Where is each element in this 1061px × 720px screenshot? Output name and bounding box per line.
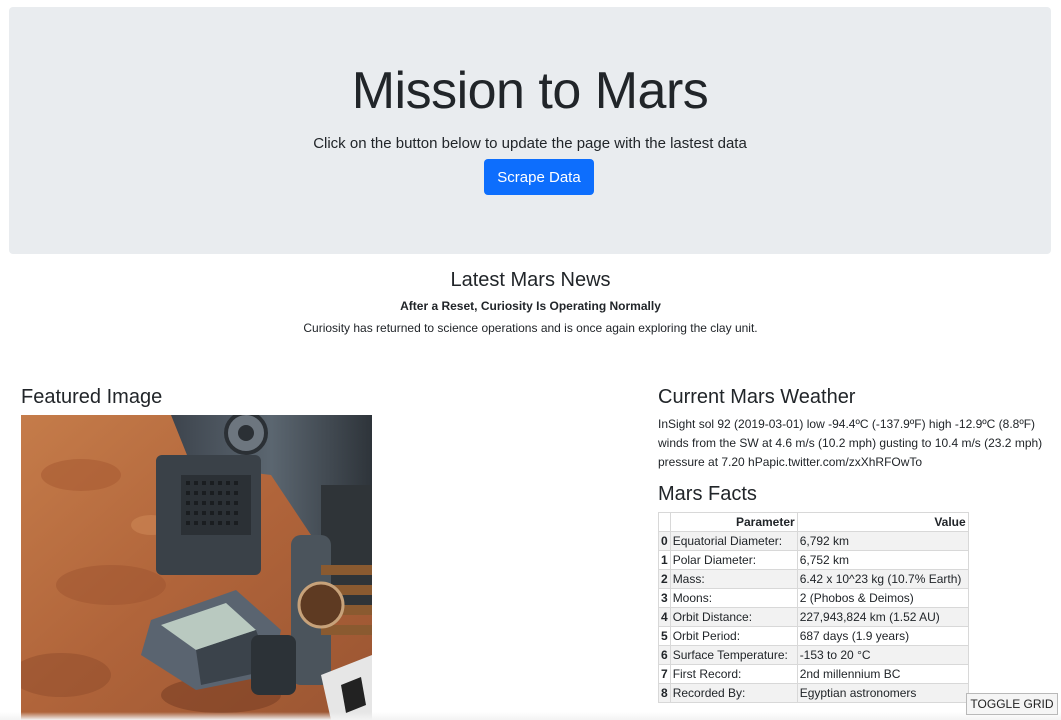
row-parameter: Equatorial Diameter: (669, 531, 798, 551)
row-parameter: Polar Diameter: (669, 550, 798, 570)
table-header-row: Parameter Value (658, 512, 969, 532)
featured-image[interactable] (21, 415, 372, 720)
row-index: 4 (658, 607, 671, 627)
row-index: 6 (658, 645, 671, 665)
row-value: -153 to 20 °C (796, 645, 969, 665)
value-header: Value (796, 512, 969, 532)
facts-heading: Mars Facts (658, 483, 757, 505)
mars-facts-table: Parameter Value 0 Equatorial Diameter: 6,7… (658, 512, 969, 703)
row-value: 6.42 x 10^23 kg (10.7% Earth) (796, 569, 969, 589)
row-parameter: Surface Temperature: (669, 645, 798, 665)
row-index: 8 (658, 683, 671, 703)
table-row: 4 Orbit Distance: 227,943,824 km (1.52 AU) (658, 607, 969, 627)
table-row: 7 First Record: 2nd millennium BC (658, 664, 969, 684)
row-index: 2 (658, 569, 671, 589)
table-row: 6 Surface Temperature: -153 to 20 °C (658, 645, 969, 665)
table-row: 2 Mass: 6.42 x 10^23 kg (10.7% Earth) (658, 569, 969, 589)
row-parameter: Orbit Distance: (669, 607, 798, 627)
page-bottom-fade (0, 712, 1061, 720)
page-subtitle: Click on the button below to update the … (313, 135, 747, 152)
row-index: 7 (658, 664, 671, 684)
table-row: 3 Moons: 2 (Phobos & Deimos) (658, 588, 969, 608)
weather-text: InSight sol 92 (2019-03-01) low -94.4ºC … (658, 417, 1043, 469)
table-row: 1 Polar Diameter: 6,752 km (658, 550, 969, 570)
mars-rover-scoop-image (21, 415, 372, 720)
row-value: Egyptian astronomers (796, 683, 969, 703)
jumbotron: Mission to Mars Click on the button belo… (9, 7, 1051, 254)
news-title: After a Reset, Curiosity Is Operating No… (400, 299, 661, 313)
news-section: Latest Mars News After a Reset, Curiosit… (0, 266, 1061, 336)
row-parameter: Moons: (669, 588, 798, 608)
row-value: 2nd millennium BC (796, 664, 969, 684)
table-row: 5 Orbit Period: 687 days (1.9 years) (658, 626, 969, 646)
parameter-header: Parameter (669, 512, 798, 532)
row-value: 2 (Phobos & Deimos) (796, 588, 969, 608)
toggle-grid-button[interactable]: TOGGLE GRID (966, 693, 1058, 715)
row-index: 1 (658, 550, 671, 570)
news-teaser: Curiosity has returned to science operat… (303, 321, 758, 335)
weather-section: Current Mars Weather InSight sol 92 (201… (658, 383, 1048, 472)
table-row: 0 Equatorial Diameter: 6,792 km (658, 531, 969, 551)
index-header (658, 512, 671, 532)
featured-section: Featured Image (21, 383, 621, 411)
featured-heading: Featured Image (21, 386, 163, 408)
weather-heading: Current Mars Weather (658, 386, 856, 408)
row-parameter: Orbit Period: (669, 626, 798, 646)
row-index: 3 (658, 588, 671, 608)
scrape-data-button[interactable]: Scrape Data (484, 159, 594, 195)
row-index: 0 (658, 531, 671, 551)
page-title: Mission to Mars (351, 62, 709, 120)
table-row: 8 Recorded By: Egyptian astronomers (658, 683, 969, 703)
row-value: 227,943,824 km (1.52 AU) (796, 607, 969, 627)
row-parameter: Mass: (669, 569, 798, 589)
row-value: 687 days (1.9 years) (796, 626, 969, 646)
row-value: 6,752 km (796, 550, 969, 570)
row-value: 6,792 km (796, 531, 969, 551)
row-parameter: Recorded By: (669, 683, 798, 703)
news-heading: Latest Mars News (450, 269, 611, 291)
row-index: 5 (658, 626, 671, 646)
row-parameter: First Record: (669, 664, 798, 684)
